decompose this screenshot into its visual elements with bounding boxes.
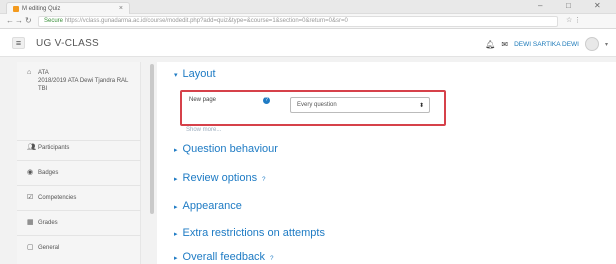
maximize-button[interactable]: □ [566,1,571,10]
divider [17,210,141,211]
sidebar-item-label: Competencies [38,195,77,201]
checklist-icon: ☑ [27,194,34,201]
sidebar-item-general[interactable]: ▢ General [17,244,141,252]
tab-close-icon[interactable]: × [119,5,123,12]
section-title: Extra restrictions on attempts [182,227,325,239]
back-icon[interactable]: ← [6,16,14,25]
section-question-behaviour[interactable]: ▸ Question behaviour [174,143,278,155]
select-value: Every question [297,102,337,108]
notification-bell-icon[interactable]: 🔔︎ [485,40,495,49]
badge-icon: ◉ [27,169,34,176]
chevron-right-icon: ▸ [174,147,178,154]
sidebar-item-course[interactable]: ⌂ ATA 2018/2019 ATA Dewi Tjandra RAL TBI [17,69,141,93]
sidebar-item-grades[interactable]: ▦ Grades [17,219,141,227]
browser-tab[interactable]: M editing Quiz × [6,2,130,14]
user-name[interactable]: DEWI SARTIKA DEWI [514,41,579,48]
moodle-favicon-icon [13,5,19,12]
nav-drawer: ⌂ ATA 2018/2019 ATA Dewi Tjandra RAL TBI… [17,62,141,264]
people-icon: 👥︎ [27,144,36,151]
minimize-button[interactable]: – [538,1,542,10]
section-title: Layout [182,68,216,80]
course-full-name: 2018/2019 ATA Dewi Tjandra RAL TBI [38,78,129,92]
help-icon[interactable]: ? [263,97,270,104]
chevron-down-icon: ⬍ [418,103,424,109]
new-page-select[interactable]: Every question ⬍ [290,97,430,113]
reload-icon[interactable]: ↻ [25,16,32,25]
sidebar-item-badges[interactable]: ◉ Badges [17,169,141,177]
folder-icon: ▢ [27,244,34,251]
sidebar-item-label: General [38,245,60,251]
chevron-right-icon: ▸ [174,231,178,238]
section-overall-feedback[interactable]: ▸ Overall feedback ? [174,251,273,263]
site-navbar: ≡ UG V-CLASS 🔔︎ ✉︎ DEWI SARTIKA DEWI ▾ [0,29,616,57]
section-title: Question behaviour [182,143,278,155]
divider [17,185,141,186]
bookmark-star-icon[interactable]: ☆ ⋮ [566,16,581,24]
messages-icon[interactable]: ✉︎ [501,40,508,49]
url-text: https://vclass.gunadarma.ac.id/course/mo… [64,18,348,24]
grades-icon: ▦ [27,219,34,226]
divider [17,160,141,161]
course-code: ATA [38,70,49,76]
secure-label: Secure [44,18,64,24]
user-menu: 🔔︎ ✉︎ DEWI SARTIKA DEWI ▾ [485,37,608,51]
section-layout[interactable]: ▾ Layout [174,68,216,80]
sidebar-item-competencies[interactable]: ☑ Competencies [17,194,141,202]
tab-title: M editing Quiz [22,5,61,12]
avatar[interactable] [584,37,599,51]
help-icon[interactable]: ? [270,256,273,262]
section-review-options[interactable]: ▸ Review options ? [174,172,265,184]
chevron-down-icon: ▾ [174,72,178,79]
sidebar-item-label: Grades [38,220,58,226]
sidebar-item-label: Participants [38,145,70,151]
sidebar-item-participants[interactable]: 👥︎ Participants [17,144,141,152]
forward-icon[interactable]: → [15,16,23,25]
section-appearance[interactable]: ▸ Appearance [174,200,242,212]
divider [17,140,141,141]
help-icon[interactable]: ? [262,177,265,183]
section-title: Appearance [182,200,242,212]
browser-tab-strip: M editing Quiz × – □ ✕ [0,0,616,14]
chevron-down-icon[interactable]: ▾ [605,41,608,48]
sidebar-scrollbar[interactable] [150,64,154,214]
address-bar: ← → ↻ Secure https://vclass.gunadarma.ac… [0,14,616,29]
divider [17,235,141,236]
chevron-right-icon: ▸ [174,255,178,262]
url-input[interactable]: Secure https://vclass.gunadarma.ac.id/co… [38,16,558,27]
section-title: Review options [182,172,258,184]
chevron-right-icon: ▸ [174,176,178,183]
menu-toggle-icon[interactable]: ≡ [12,37,25,49]
graduation-cap-icon: ⌂ [27,69,32,76]
show-more-link[interactable]: Show more... [186,127,221,133]
section-title: Overall feedback [182,251,266,263]
chevron-right-icon: ▸ [174,204,178,211]
site-name[interactable]: UG V-CLASS [36,38,99,49]
close-window-button[interactable]: ✕ [594,1,601,10]
sidebar-item-label: Badges [38,170,59,176]
section-extra-restrictions[interactable]: ▸ Extra restrictions on attempts [174,227,325,239]
new-page-label: New page [189,97,217,103]
